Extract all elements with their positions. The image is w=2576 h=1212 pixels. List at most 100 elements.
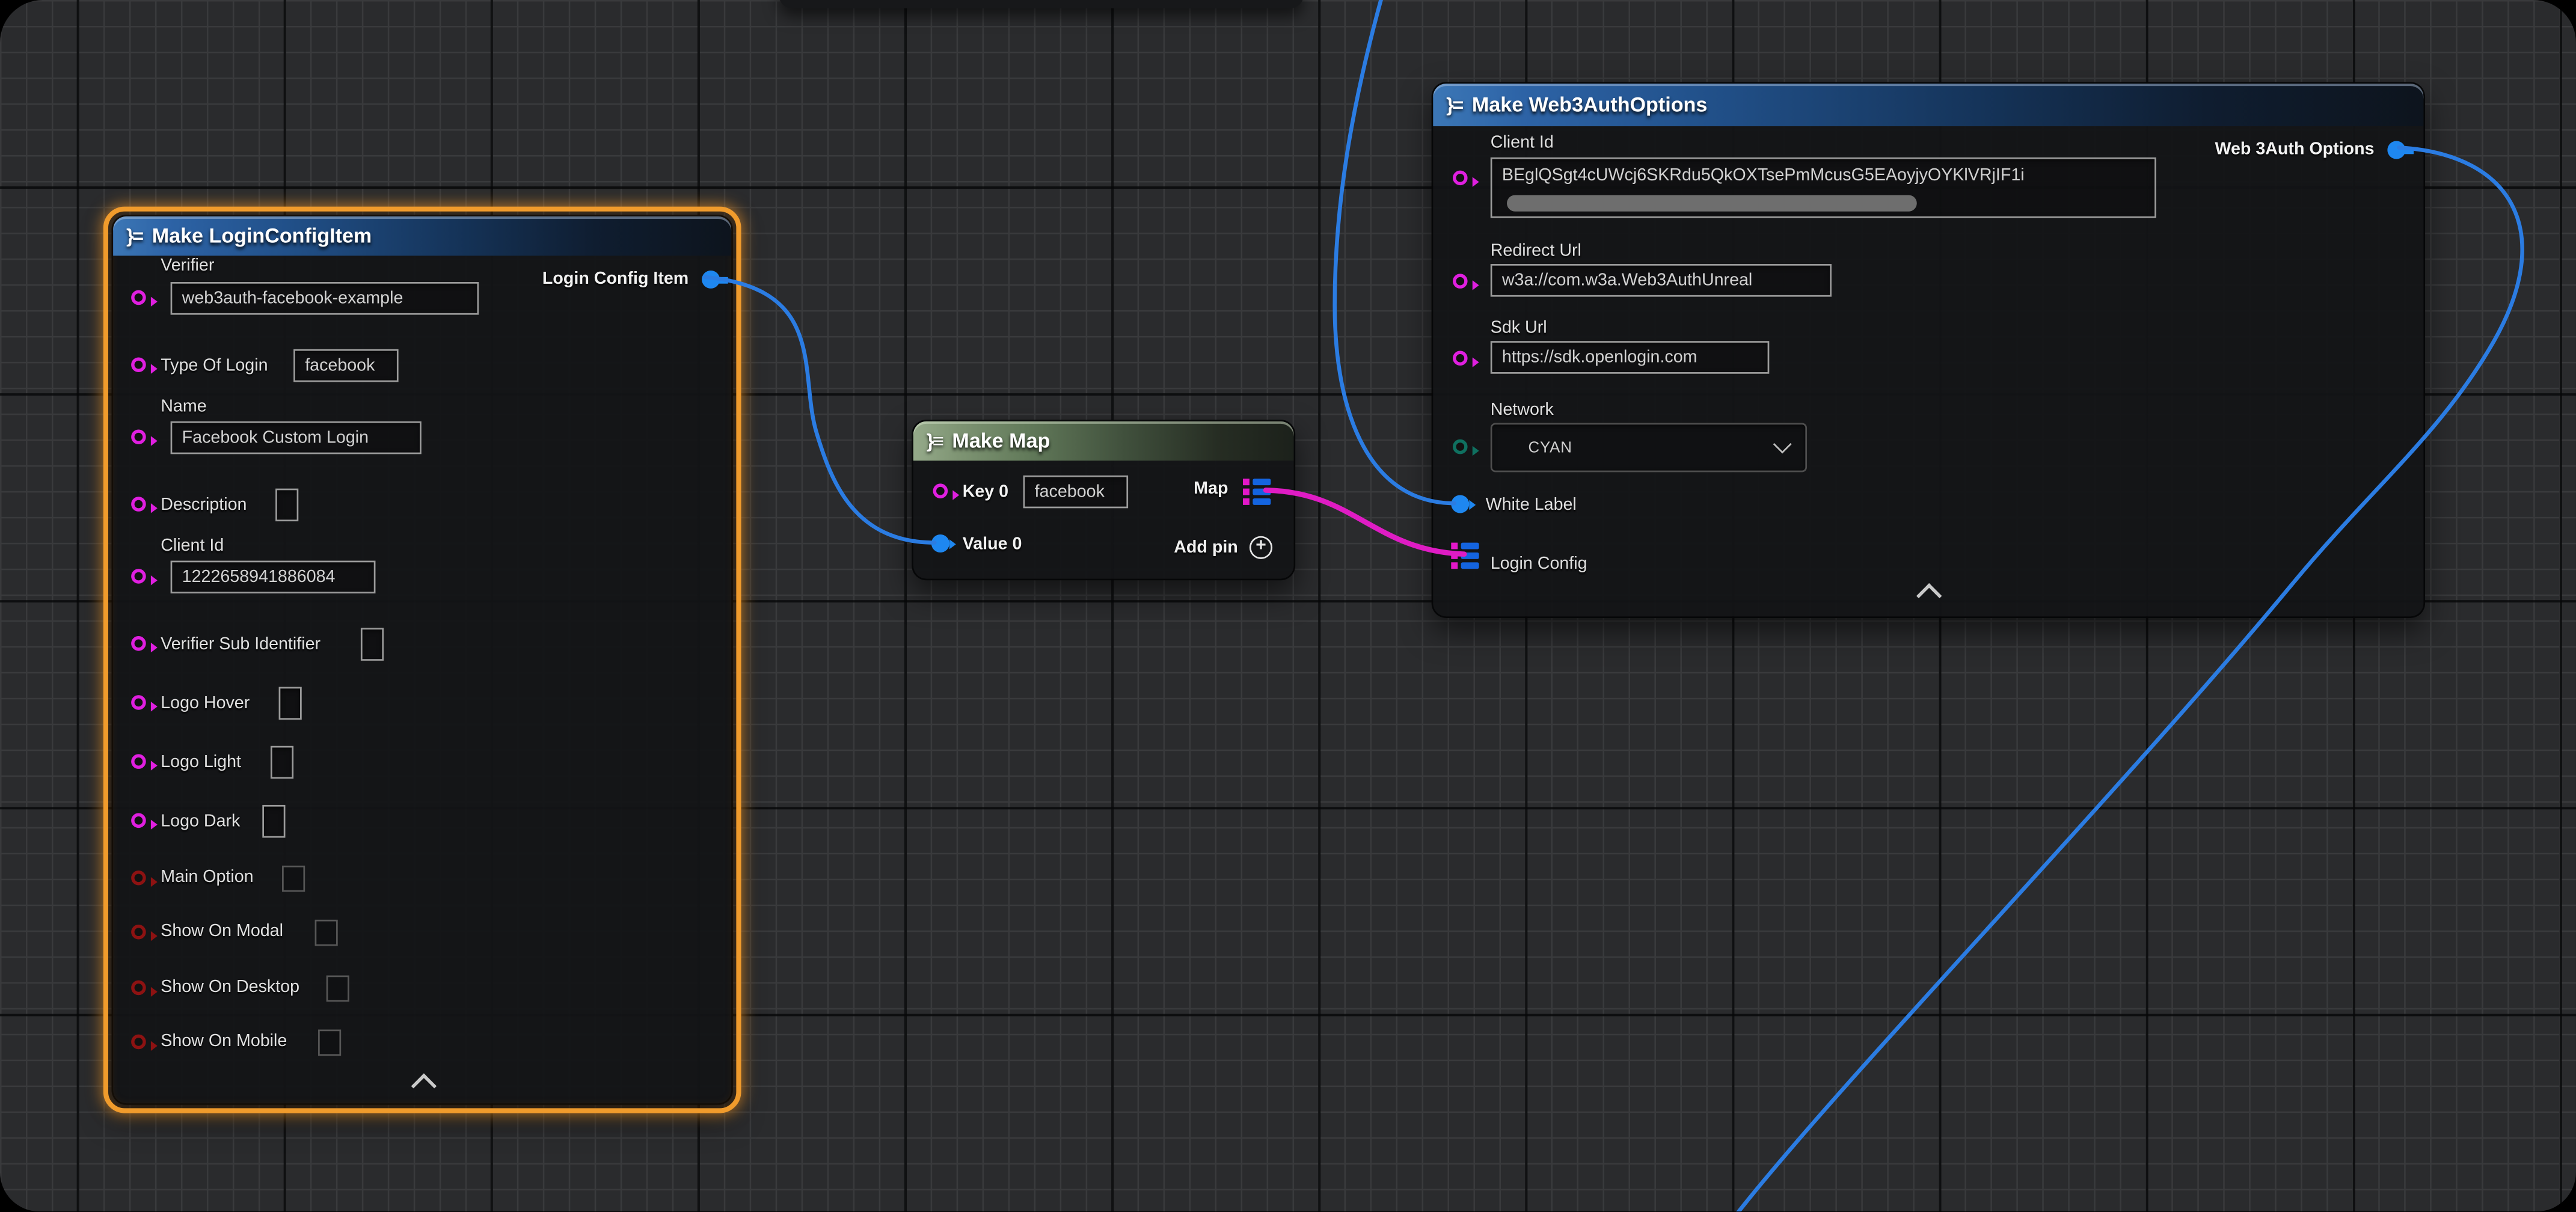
offscreen-node-bottom-edge[interactable]: [779, 0, 1304, 8]
output-pin-map[interactable]: [1243, 479, 1272, 505]
input-pin-main-option[interactable]: [131, 871, 146, 886]
client-id-input[interactable]: BEglQSgt4cUWcj6SKRdu5QkOXTsePmMcusG5EAoy…: [1491, 158, 2156, 218]
name-value: Facebook Custom Login: [182, 428, 369, 448]
client-id-value: 1222658941886084: [182, 568, 336, 587]
input-pin-name[interactable]: [131, 429, 146, 444]
redirect-url-input[interactable]: w3a://com.w3a.Web3AuthUnreal: [1491, 264, 1832, 297]
output-row: Map: [1194, 479, 1228, 498]
pin-label-row: Key 0: [963, 476, 1008, 509]
input-pin-key-0[interactable]: [933, 483, 948, 498]
output-pin-web3auth-options[interactable]: [2387, 141, 2405, 159]
input-pin-verifier[interactable]: [131, 290, 146, 305]
input-pin-client-id[interactable]: [1453, 171, 1468, 186]
input-pin-type-of-login[interactable]: [131, 357, 146, 372]
input-pin-value-0[interactable]: [931, 534, 949, 552]
pin-label-row: Name: [161, 397, 206, 417]
pin-label: Main Option: [161, 868, 253, 887]
pin-label-row: Redirect Url: [1491, 241, 1581, 261]
make-map-icon: }≡: [927, 429, 942, 452]
input-pin-network[interactable]: [1453, 439, 1468, 454]
pin-label: Type Of Login: [161, 356, 268, 376]
make-struct-icon: }=: [1446, 93, 1462, 116]
pin-label: Client Id: [161, 536, 224, 556]
pin-label-row: Client Id: [1491, 133, 1554, 153]
network-selected-value: CYAN: [1528, 438, 1572, 456]
output-row: Web 3Auth Options: [2215, 139, 2374, 159]
add-pin-row[interactable]: Add pin: [1174, 534, 1238, 561]
pin-label-row: Show On Mobile: [161, 1026, 287, 1056]
show-on-desktop-checkbox[interactable]: [327, 976, 349, 1002]
show-on-modal-checkbox[interactable]: [315, 920, 338, 946]
node-title: Make LoginConfigItem: [152, 225, 372, 248]
chevron-down-icon: [1773, 435, 1792, 454]
add-pin-label: Add pin: [1174, 537, 1238, 557]
output-pin-label: Web 3Auth Options: [2215, 139, 2374, 159]
pin-label: Key 0: [963, 482, 1008, 502]
input-pin-sdk-url[interactable]: [1453, 351, 1468, 366]
key-0-value: facebook: [1035, 482, 1105, 502]
pin-label-row: Main Option: [161, 862, 253, 892]
description-input[interactable]: [275, 489, 298, 522]
logo-hover-input[interactable]: [279, 687, 302, 720]
logo-dark-input[interactable]: [262, 805, 285, 838]
show-on-mobile-checkbox[interactable]: [318, 1029, 341, 1056]
pin-label: Logo Dark: [161, 812, 240, 831]
input-pin-redirect-url[interactable]: [1453, 274, 1468, 289]
input-pin-show-on-modal[interactable]: [131, 925, 146, 940]
pin-label-row: Description: [161, 489, 247, 522]
main-option-checkbox[interactable]: [282, 866, 305, 892]
type-of-login-input[interactable]: facebook: [293, 349, 399, 382]
client-id-input[interactable]: 1222658941886084: [171, 561, 376, 594]
wire-login-config-item-to-value-0[interactable]: [705, 277, 935, 543]
input-pin-logo-light[interactable]: [131, 754, 146, 769]
verifier-sub-identifier-input[interactable]: [361, 628, 384, 661]
input-pin-logo-hover[interactable]: [131, 695, 146, 710]
pin-label-row: Verifier Sub Identifier: [161, 628, 320, 661]
pin-label: Name: [161, 397, 206, 417]
output-pin-label: Map: [1194, 479, 1228, 498]
node-header[interactable]: }= Make Web3AuthOptions: [1433, 84, 2423, 126]
name-input[interactable]: Facebook Custom Login: [171, 421, 422, 454]
node-title: Make Web3AuthOptions: [1472, 93, 1707, 116]
output-pin-login-config-item[interactable]: [702, 271, 720, 289]
pin-label-row: Value 0: [963, 528, 1022, 561]
input-pin-verifier-sub-identifier[interactable]: [131, 636, 146, 651]
verifier-value: web3auth-facebook-example: [182, 289, 403, 308]
graph-canvas[interactable]: }= Make LoginConfigItem Login Config Ite…: [0, 0, 2576, 1212]
pin-label-row: Logo Hover: [161, 687, 250, 720]
pin-label-row: Show On Modal: [161, 916, 283, 946]
logo-light-input[interactable]: [271, 746, 293, 779]
pin-label: Verifier Sub Identifier: [161, 634, 320, 654]
pin-label: Logo Light: [161, 753, 241, 773]
node-header[interactable]: }≡ Make Map: [913, 421, 1294, 461]
input-pin-description[interactable]: [131, 497, 146, 512]
client-id-scrollbar[interactable]: [1507, 195, 1917, 212]
output-pin-label: Login Config Item: [542, 269, 688, 289]
pin-label-row: White Label: [1486, 489, 1577, 522]
blueprint-editor-viewport: }= Make LoginConfigItem Login Config Ite…: [0, 0, 2576, 1212]
verifier-input[interactable]: web3auth-facebook-example: [171, 282, 479, 315]
pin-label: Login Config: [1491, 554, 1587, 574]
input-pin-logo-dark[interactable]: [131, 813, 146, 828]
make-struct-icon: }=: [126, 225, 142, 248]
input-pin-show-on-desktop[interactable]: [131, 981, 146, 996]
node-make-map[interactable]: }≡ Make Map Key 0 facebook Map: [912, 420, 1295, 580]
input-pin-client-id[interactable]: [131, 569, 146, 584]
pin-label: Network: [1491, 400, 1554, 420]
add-pin-plus-icon[interactable]: +: [1250, 536, 1272, 559]
node-header[interactable]: }= Make LoginConfigItem: [113, 216, 731, 256]
network-dropdown[interactable]: CYAN: [1491, 423, 1807, 473]
pin-label-row: Login Config: [1491, 548, 1587, 581]
collapse-chevron-icon[interactable]: [411, 1073, 437, 1098]
input-pin-white-label[interactable]: [1451, 495, 1469, 513]
pin-label-row: Logo Light: [161, 746, 241, 779]
node-make-loginconfigitem[interactable]: }= Make LoginConfigItem Login Config Ite…: [111, 215, 732, 1105]
output-row: Login Config Item: [542, 269, 688, 289]
collapse-chevron-icon[interactable]: [1916, 583, 1942, 608]
node-make-web3authoptions[interactable]: }= Make Web3AuthOptions Web 3Auth Option…: [1432, 82, 2426, 618]
pin-label: Logo Hover: [161, 693, 250, 713]
key-0-input[interactable]: facebook: [1023, 476, 1129, 509]
input-pin-login-config[interactable]: [1451, 543, 1480, 569]
input-pin-show-on-mobile[interactable]: [131, 1035, 146, 1050]
sdk-url-input[interactable]: https://sdk.openlogin.com: [1491, 341, 1770, 374]
